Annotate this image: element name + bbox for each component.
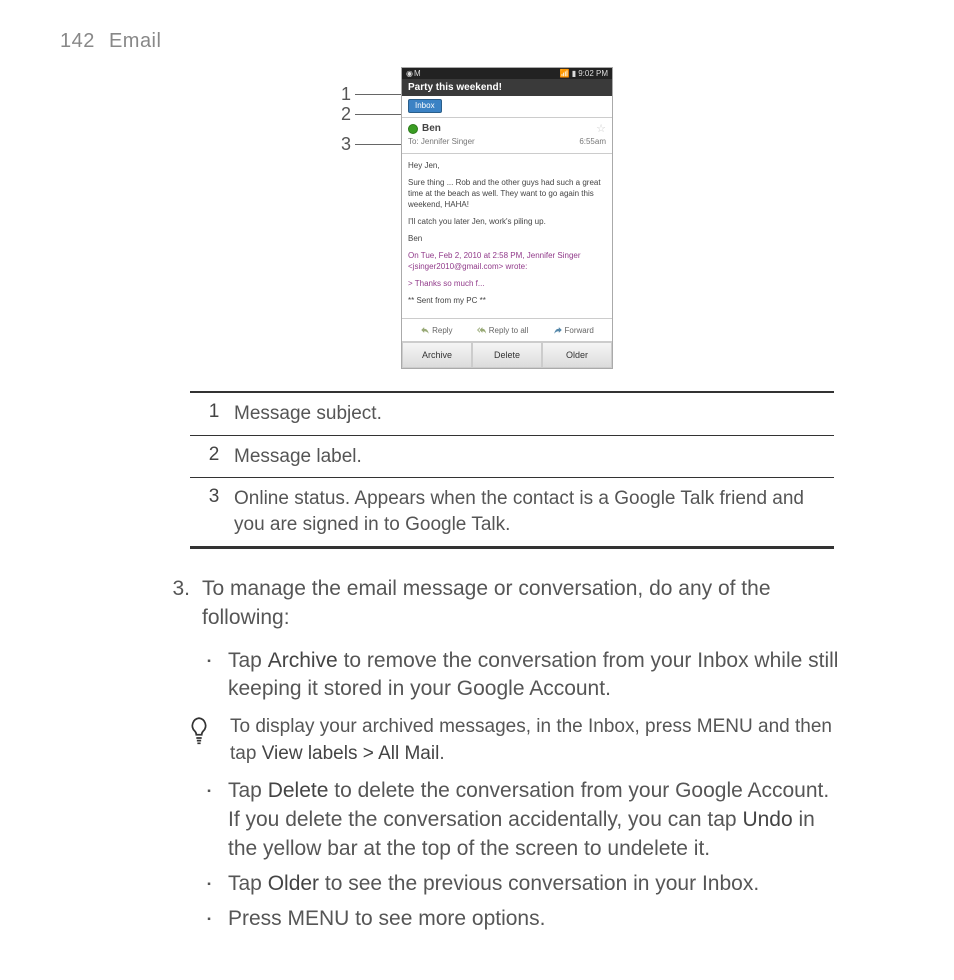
phone-sender: Ben [422,123,441,134]
step-text: To manage the email message or conversat… [202,575,844,633]
bullet-older: Tap Older to see the previous conversati… [190,870,844,899]
reply-all-button[interactable]: Reply to all [477,325,529,335]
tip-archive: To display your archived messages, in th… [168,714,844,766]
older-button[interactable]: Older [542,342,612,368]
star-icon: ☆ [596,122,606,135]
bullet-archive: Tap Archive to remove the conversation f… [190,647,844,705]
callout-column: 1 2 3 [341,67,401,153]
bullet-icon [190,777,228,864]
phone-subject: Party this weekend! [402,79,612,96]
callout-3: 3 [341,135,401,153]
reply-all-icon [477,325,487,335]
archive-button[interactable]: Archive [402,342,472,368]
page-section: Email [109,30,162,52]
legend-row: 1 Message subject. [190,393,834,436]
phone-to-row: To: Jennifer Singer 6:55am [402,137,612,150]
reply-button[interactable]: Reply [420,325,452,335]
phone-label-chip: Inbox [408,99,442,113]
bullet-icon [190,905,228,934]
legend-row: 3 Online status. Appears when the contac… [190,478,834,546]
reply-icon [420,325,430,335]
delete-button[interactable]: Delete [472,342,542,368]
phone-mock: ◉M 📶▮9:02 PM Party this weekend! Inbox B… [401,67,613,369]
lightbulb-icon [168,714,230,755]
forward-button[interactable]: Forward [553,325,594,335]
phone-sender-row: Ben ☆ [402,118,612,137]
legend-row: 2 Message label. [190,436,834,479]
phone-bottom-bar: Archive Delete Older [402,341,612,368]
page-number: 142 [60,30,95,52]
phone-reply-bar: Reply Reply to all Forward [402,318,612,341]
phone-to: To: Jennifer Singer [408,137,475,146]
phone-statusbar: ◉M 📶▮9:02 PM [402,68,612,79]
quoted-header: On Tue, Feb 2, 2010 at 2:58 PM, Jennifer… [408,250,606,272]
bullet-icon [190,870,228,899]
bullet-menu: Press MENU to see more options. [190,905,844,934]
phone-time: 6:55am [579,137,606,146]
phone-figure: 1 2 3 ◉M 📶▮9:02 PM Party this weekend! I… [60,67,894,369]
phone-body: Hey Jen, Sure thing ... Rob and the othe… [402,153,612,318]
legend-table: 1 Message subject. 2 Message label. 3 On… [190,391,834,549]
presence-dot-icon [408,124,418,134]
clock: 9:02 PM [578,69,608,78]
forward-icon [553,325,563,335]
bullet-delete: Tap Delete to delete the conversation fr… [190,777,844,864]
phone-label-row: Inbox [402,96,612,118]
callout-2: 2 [341,105,401,123]
page-header: 142 Email [60,30,894,53]
bullet-icon [190,647,228,705]
step-3: 3. To manage the email message or conver… [150,575,844,934]
step-number: 3. [150,575,202,633]
callout-1: 1 [341,85,401,103]
